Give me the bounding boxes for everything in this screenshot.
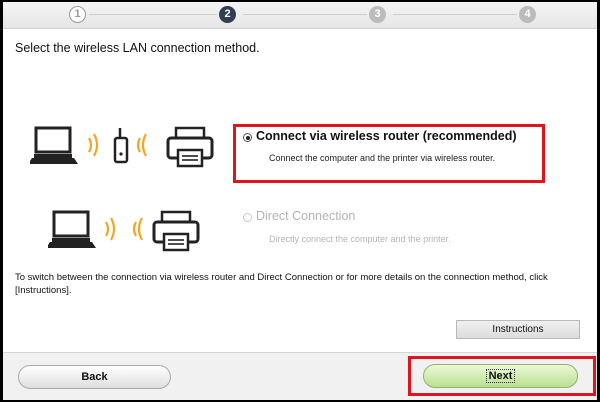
router-connection-option-label[interactable]: Connect via wireless router (recommended… [256, 129, 517, 143]
router-connection-description: Connect the computer and the printer via… [269, 153, 496, 163]
laptop-icon [30, 126, 78, 164]
printer-icon [166, 126, 214, 168]
next-button-label: Next [485, 369, 516, 383]
wifi-signal-icon [132, 217, 143, 241]
router-connection-radio[interactable] [243, 133, 252, 142]
wifi-signal-icon [88, 133, 99, 157]
step-connector [89, 14, 217, 15]
back-button[interactable]: Back [18, 365, 171, 389]
wifi-signal-icon [136, 133, 147, 157]
step-4-indicator: 4 [519, 6, 536, 23]
router-connection-illustration [30, 124, 220, 170]
step-1-indicator: 1 [69, 6, 86, 23]
direct-connection-illustration [48, 208, 208, 254]
direct-connection-description: Directly connect the computer and the pr… [269, 234, 451, 244]
router-icon [113, 128, 129, 164]
instructions-button[interactable]: Instructions [456, 320, 580, 339]
step-2-indicator: 2 [219, 6, 236, 23]
wifi-signal-icon [105, 217, 116, 241]
next-button[interactable]: Next [423, 364, 578, 388]
step-connector [243, 14, 367, 15]
step-3-indicator: 3 [369, 6, 386, 23]
step-progress-bar: 1 2 3 4 [3, 2, 597, 29]
direct-connection-radio[interactable] [243, 213, 252, 222]
setup-window: 1 2 3 4 Select the wireless LAN connecti… [3, 2, 597, 400]
step-connector [393, 14, 517, 15]
instructions-note: To switch between the connection via wir… [15, 272, 548, 296]
laptop-icon [48, 210, 96, 248]
direct-connection-option-label[interactable]: Direct Connection [256, 209, 355, 223]
page-title: Select the wireless LAN connection metho… [15, 41, 260, 55]
printer-icon [152, 210, 200, 252]
